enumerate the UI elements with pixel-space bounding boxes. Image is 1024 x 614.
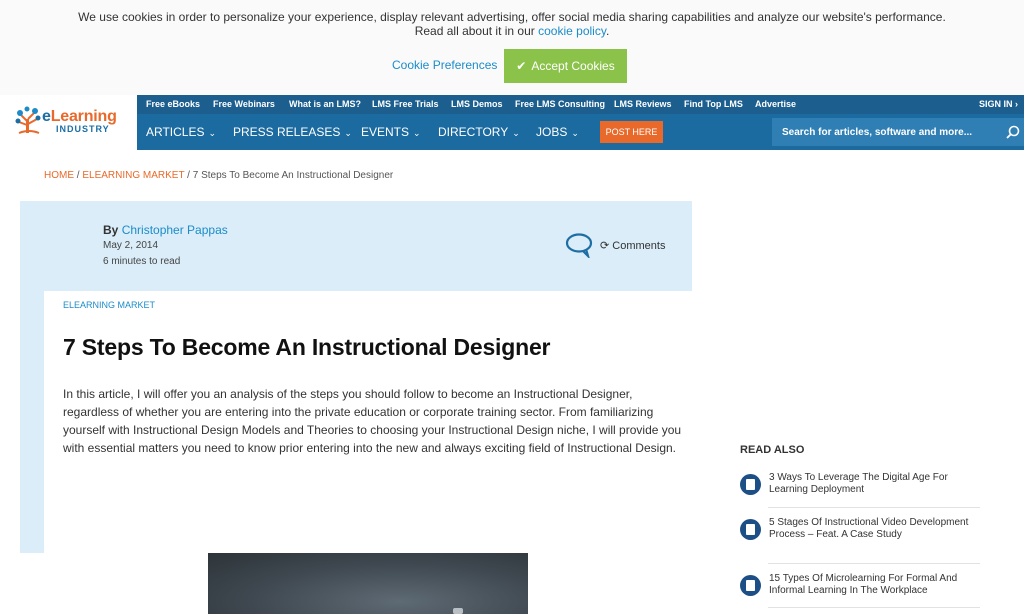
- cookie-preferences-button[interactable]: Cookie Preferences: [392, 58, 497, 72]
- nav-directory[interactable]: DIRECTORY ⌄: [438, 125, 520, 139]
- divider: [768, 607, 980, 608]
- nav-press-releases[interactable]: PRESS RELEASES ⌄: [233, 125, 352, 139]
- check-icon: ✔: [516, 59, 527, 73]
- article-date: May 2, 2014: [103, 240, 159, 251]
- chevron-down-icon: ⌄: [344, 128, 352, 138]
- read-also-link[interactable]: 5 Stages Of Instructional Video Developm…: [769, 517, 979, 541]
- divider: [768, 507, 980, 508]
- image-detail: [453, 608, 463, 614]
- tree-logo-icon: [15, 106, 41, 134]
- cookie-banner: We use cookies in order to personalize y…: [0, 0, 1024, 95]
- top-nav-free-webinars[interactable]: Free Webinars: [213, 99, 275, 109]
- top-nav-lms-demos[interactable]: LMS Demos: [451, 99, 503, 109]
- article-meta-panel: By Christopher Pappas May 2, 2014 6 minu…: [20, 201, 692, 291]
- site-header: eLearning INDUSTRY Free eBooks Free Webi…: [0, 95, 1024, 150]
- breadcrumb-category[interactable]: ELEARNING MARKET: [82, 170, 184, 181]
- top-nav-what-is-lms[interactable]: What is an LMS?: [289, 99, 361, 109]
- author-byline: By Christopher Pappas: [103, 223, 228, 237]
- nav-jobs[interactable]: JOBS ⌄: [536, 125, 579, 139]
- chevron-down-icon: ⌄: [413, 128, 421, 138]
- comments-link[interactable]: ⟳ Comments: [600, 239, 665, 252]
- top-nav-free-ebooks[interactable]: Free eBooks: [146, 99, 200, 109]
- by-label: By: [103, 223, 122, 237]
- accept-cookies-label: Accept Cookies: [531, 59, 615, 73]
- read-also-heading: READ ALSO: [740, 444, 805, 456]
- chevron-down-icon: ⌄: [571, 128, 579, 138]
- page-title: 7 Steps To Become An Instructional Desig…: [63, 334, 551, 360]
- breadcrumb-separator: /: [184, 170, 193, 181]
- read-time: 6 minutes to read: [103, 256, 181, 267]
- logo-subtext: INDUSTRY: [56, 124, 110, 134]
- site-logo[interactable]: eLearning INDUSTRY: [0, 95, 137, 150]
- top-nav: Free eBooks Free Webinars What is an LMS…: [137, 95, 1024, 114]
- author-link[interactable]: Christopher Pappas: [122, 223, 228, 237]
- search-box: [772, 118, 1024, 146]
- article-category[interactable]: ELEARNING MARKET: [63, 300, 155, 310]
- refresh-icon: ⟳: [600, 240, 610, 252]
- cookie-policy-line: Read all about it in our cookie policy.: [0, 24, 1024, 38]
- article-thumbnail-icon: [740, 575, 761, 596]
- article-thumbnail-icon: [740, 474, 761, 495]
- nav-events[interactable]: EVENTS ⌄: [361, 125, 421, 139]
- top-nav-free-lms-consulting[interactable]: Free LMS Consulting: [515, 99, 605, 109]
- breadcrumb-current: 7 Steps To Become An Instructional Desig…: [192, 170, 394, 181]
- search-input[interactable]: [772, 118, 997, 146]
- cookie-message: We use cookies in order to personalize y…: [78, 10, 946, 24]
- breadcrumb: HOME / ELEARNING MARKET / 7 Steps To Bec…: [44, 170, 393, 181]
- chevron-down-icon: ⌄: [512, 128, 520, 138]
- chevron-right-icon: ›: [1015, 99, 1019, 109]
- article-hero-image: [208, 553, 528, 614]
- nav-articles-label: ARTICLES: [146, 125, 205, 139]
- nav-press-releases-label: PRESS RELEASES: [233, 125, 341, 139]
- accept-cookies-button[interactable]: ✔ Accept Cookies: [504, 49, 627, 83]
- cookie-policy-prefix: Read all about it in our: [414, 24, 535, 38]
- article-side-strip: [20, 291, 44, 553]
- top-nav-lms-free-trials[interactable]: LMS Free Trials: [372, 99, 439, 109]
- top-nav-advertise[interactable]: Advertise: [755, 99, 796, 109]
- nav-events-label: EVENTS: [361, 125, 410, 139]
- main-nav: ARTICLES ⌄ PRESS RELEASES ⌄ EVENTS ⌄ DIRECT…: [137, 114, 1024, 150]
- chevron-down-icon: ⌄: [208, 128, 217, 138]
- article-intro: In this article, I will offer you an ana…: [63, 387, 682, 455]
- article-thumbnail-icon: [740, 519, 761, 540]
- comment-bubble-icon[interactable]: [565, 232, 595, 258]
- cookie-policy-suffix: .: [605, 24, 610, 38]
- sign-in-link[interactable]: SIGN IN ›: [979, 99, 1018, 109]
- breadcrumb-home[interactable]: HOME: [44, 170, 74, 181]
- sign-in-label: SIGN IN: [979, 99, 1013, 109]
- read-also-link[interactable]: 3 Ways To Leverage The Digital Age For L…: [769, 472, 979, 496]
- cookie-policy-link[interactable]: cookie policy: [538, 24, 606, 38]
- read-also-link[interactable]: 15 Types Of Microlearning For Formal And…: [769, 573, 979, 597]
- comments-label: Comments: [612, 240, 666, 252]
- top-nav-lms-reviews[interactable]: LMS Reviews: [614, 99, 672, 109]
- divider: [768, 563, 980, 564]
- top-nav-find-top-lms[interactable]: Find Top LMS: [684, 99, 743, 109]
- nav-jobs-label: JOBS: [536, 125, 568, 139]
- post-here-button[interactable]: POST HERE: [600, 121, 663, 143]
- nav-articles[interactable]: ARTICLES ⌄: [146, 125, 216, 139]
- search-icon[interactable]: [1006, 125, 1020, 139]
- nav-directory-label: DIRECTORY: [438, 125, 509, 139]
